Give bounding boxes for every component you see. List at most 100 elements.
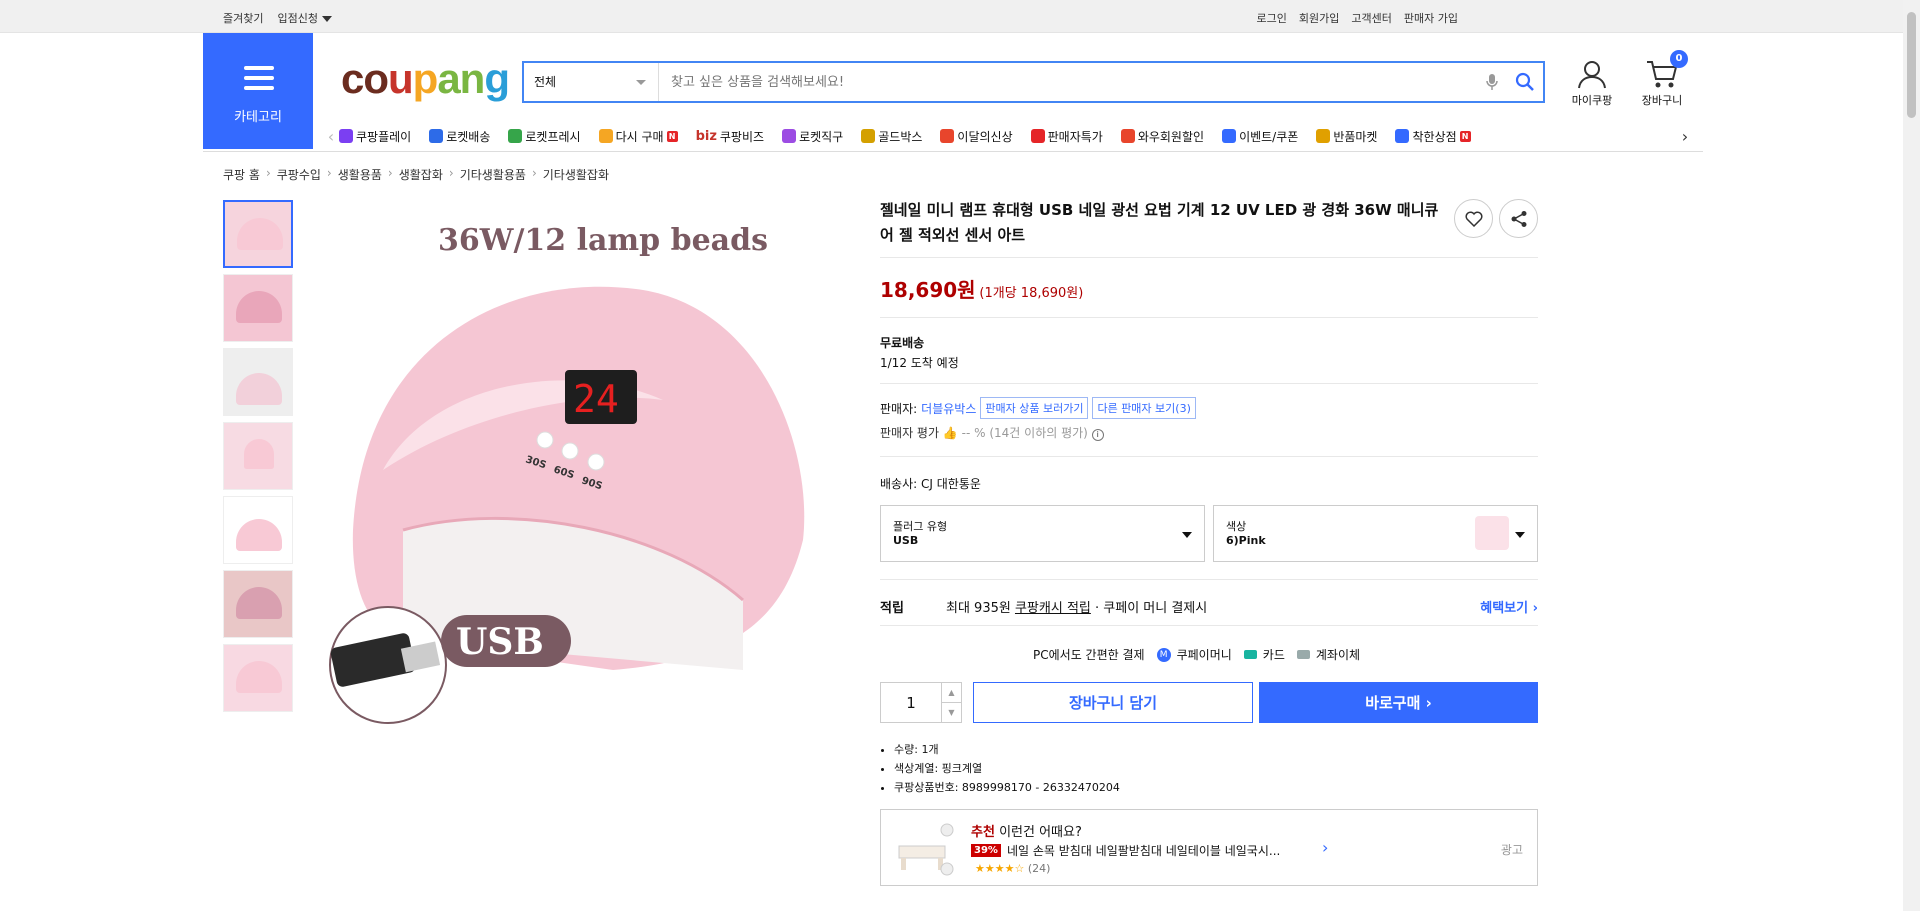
my-coupang-button[interactable]: 마이쿠팡 — [1567, 59, 1617, 108]
thumbnail-2[interactable] — [223, 274, 293, 342]
buy-now-button[interactable]: 바로구매 › — [1259, 682, 1538, 723]
category-menu-button[interactable]: 카테고리 — [203, 33, 313, 149]
nav-item-icon — [429, 129, 444, 143]
reco-product-name: 네일 손목 받침대 네일팔받침대 네일테이블 네일국시... — [1006, 844, 1281, 858]
divider — [880, 579, 1538, 580]
chevron-right-icon[interactable]: › — [1677, 127, 1693, 146]
color-swatch-thumbnail — [1475, 516, 1509, 550]
quantity-input[interactable]: 1 — [881, 683, 941, 722]
caret-down-icon — [1182, 532, 1192, 538]
thumbnail-6[interactable] — [223, 570, 293, 638]
nav-item-label: 쿠팡플레이 — [356, 129, 412, 144]
thumbnail-7[interactable] — [223, 644, 293, 712]
chevron-down-icon — [636, 80, 646, 85]
breadcrumb-item[interactable]: 쿠팡수입 — [277, 166, 321, 183]
info-icon[interactable]: i — [1091, 429, 1104, 441]
color-select[interactable]: 색상 6)Pink — [1213, 505, 1538, 562]
nav-item-icon — [940, 129, 955, 143]
thumbnail-4[interactable] — [223, 422, 293, 490]
thumbnail-3[interactable] — [223, 348, 293, 416]
breadcrumb-item[interactable]: 쿠팡 홈 — [223, 166, 260, 183]
lamp-display: 24 — [573, 377, 619, 421]
nav-item-icon — [508, 129, 523, 143]
seller-name-link[interactable]: 더블유박스 — [921, 400, 976, 417]
scrollbar-thumb[interactable] — [1907, 12, 1916, 118]
top-utility-bar: 즐겨찾기 입점신청 로그인 회원가입 고객센터 판매자 가입 — [0, 0, 1920, 33]
benefit-link[interactable]: 혜택보기 › — [1480, 597, 1538, 616]
thumbnail-1[interactable] — [223, 200, 293, 268]
search-input[interactable] — [659, 63, 1477, 101]
spec-item: 수량: 1개 — [894, 740, 1120, 759]
nav-item[interactable]: 골드박스 — [861, 128, 922, 145]
seller-join-link[interactable]: 판매자 가입 — [1404, 10, 1458, 26]
recommendation-ad[interactable]: 추천 이런건 어때요? 39% 네일 손목 받침대 네일팔받침대 네일테이블 네… — [880, 809, 1538, 886]
seller-products-link[interactable]: 판매자 상품 보러가기 — [980, 397, 1089, 419]
search-scope-select[interactable]: 전체 — [524, 63, 659, 101]
my-coupang-label: 마이쿠팡 — [1571, 94, 1613, 107]
cart-count-badge: 0 — [1670, 50, 1688, 68]
microphone-icon[interactable] — [1477, 63, 1507, 101]
cart-button[interactable]: 0 장바구니 — [1637, 50, 1688, 108]
main-product-image[interactable]: 36W/12 lamp beads 24 30S 60S 90S USB — [313, 200, 813, 740]
nav-item-label: 로켓배송 — [446, 129, 491, 144]
chevron-right-icon[interactable]: › — [1322, 838, 1328, 857]
spec-item: 쿠팡상품번호: 8989998170 - 26332470204 — [894, 778, 1120, 797]
search-icon[interactable] — [1507, 63, 1543, 101]
nav-item-icon — [1395, 129, 1410, 143]
nav-item[interactable]: 이벤트/쿠폰 — [1222, 128, 1298, 145]
add-to-cart-button[interactable]: 장바구니 담기 — [973, 682, 1253, 723]
breadcrumb-item[interactable]: 생활잡화 — [399, 166, 443, 183]
nav-item[interactable]: 와우회원할인 — [1120, 128, 1204, 145]
nav-item[interactable]: 반품마켓 — [1316, 128, 1377, 145]
breadcrumb-item[interactable]: 기타생활용품 — [460, 166, 526, 183]
nav-item[interactable]: 이달의신상 — [940, 128, 1013, 145]
seller-rating: 판매자 평가 👍 -- % (14건 이하의 평가) i — [880, 424, 1104, 441]
chevron-right-icon: › — [265, 166, 271, 180]
header-divider — [203, 151, 1703, 152]
thumbnail-list — [223, 200, 293, 718]
signup-link[interactable]: 회원가입 — [1299, 10, 1339, 26]
caret-down-icon — [1515, 532, 1525, 538]
pay-method: 쿠페이머니 — [1176, 648, 1232, 662]
nav-item-icon — [339, 129, 353, 143]
customer-service-link[interactable]: 고객센터 — [1351, 10, 1391, 26]
other-sellers-link[interactable]: 다른 판매자 보기(3) — [1092, 397, 1196, 419]
new-badge-icon: N — [1459, 130, 1471, 142]
nav-item[interactable]: 로켓프레시 — [508, 128, 581, 145]
share-icon[interactable] — [1499, 199, 1538, 238]
quantity-up-icon[interactable]: ▲ — [942, 683, 961, 702]
nav-item[interactable]: 로켓배송 — [429, 128, 490, 145]
nav-item[interactable]: 판매자특가 — [1030, 128, 1103, 145]
thumbnail-5[interactable] — [223, 496, 293, 564]
card-icon — [1243, 650, 1257, 659]
price-block: 18,690원 (1개당 18,690원) — [880, 274, 1083, 303]
pay-method: 카드 — [1262, 648, 1285, 662]
reward-message: 최대 935원 쿠팡캐시 적립 · 쿠페이 머니 결제시 — [946, 601, 1208, 616]
nav-item-icon — [1030, 129, 1045, 143]
breadcrumb-item[interactable]: 기타생활잡화 — [543, 166, 609, 183]
breadcrumb-item[interactable]: 생활용품 — [338, 166, 382, 183]
caret-down-icon — [321, 16, 332, 22]
quantity-down-icon[interactable]: ▼ — [942, 702, 961, 722]
partner-apply-menu[interactable]: 입점신청 — [277, 10, 332, 26]
nav-item[interactable]: 착한상점 N — [1395, 128, 1471, 145]
nav-item[interactable]: 다시 구매 N — [598, 128, 678, 145]
heart-icon[interactable] — [1454, 199, 1493, 238]
coupang-logo[interactable]: coupang — [341, 58, 510, 100]
nav-item-label: 로켓프레시 — [525, 129, 581, 144]
plug-type-select[interactable]: 플러그 유형 USB — [880, 505, 1205, 562]
login-link[interactable]: 로그인 — [1257, 10, 1287, 26]
quick-nav-bar: ‹ 쿠팡플레이 로켓배송 로켓프레시 다시 구매 N biz 쿠팡비즈 로켓직구 골드박스 이달의… — [323, 121, 1693, 151]
nav-item-icon — [782, 129, 797, 143]
chevron-left-icon[interactable]: ‹ — [323, 127, 339, 146]
bookmark-link[interactable]: 즐겨찾기 — [223, 10, 263, 26]
nav-item[interactable]: 로켓직구 — [782, 128, 843, 145]
quantity-stepper: 1 ▲ ▼ — [880, 682, 962, 723]
nav-item[interactable]: 쿠팡플레이 — [339, 128, 411, 145]
option-value: USB — [893, 534, 919, 547]
nav-item[interactable]: biz 쿠팡비즈 — [696, 128, 765, 145]
coupang-cash-link[interactable]: 쿠팡캐시 적립 — [1015, 601, 1091, 616]
reco-rating: ★★★★☆ (24) — [975, 862, 1051, 875]
payment-methods: PC에서도 간편한 결제 M 쿠페이머니 카드 계좌이체 — [1033, 646, 1360, 663]
page-scrollbar[interactable] — [1903, 0, 1920, 911]
